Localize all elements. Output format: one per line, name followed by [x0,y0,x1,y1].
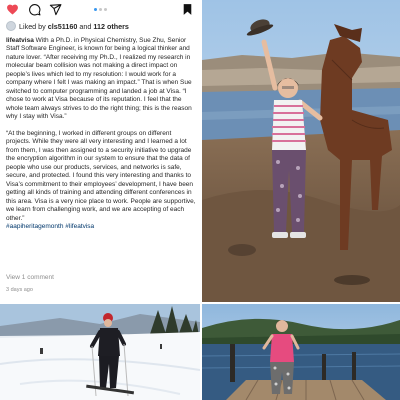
post-caption: lifeatvisa With a Ph.D. in Physical Chem… [6,37,196,240]
carousel-dot [99,8,102,11]
photo-lake-dock[interactable] [202,304,400,400]
caption-username[interactable]: lifeatvisa [6,37,34,44]
post-action-bar [6,3,194,17]
photo-horse-sculpture[interactable] [202,0,400,302]
send-icon[interactable] [49,3,62,16]
caption-paragraph-1: lifeatvisa With a Ph.D. in Physical Chem… [6,37,196,122]
likes-line: Liked by cls51160 and 112 others [6,21,196,33]
caption-text-1: With a Ph.D. in Physical Chemistry, Sue … [6,37,192,121]
collage-divider-vertical [200,0,202,400]
bookmark-icon[interactable] [181,3,194,16]
carousel-dot-active [94,8,97,11]
liker-username[interactable]: cls51160 [48,22,78,31]
collage-divider-horizontal [0,302,400,304]
likes-prefix: Liked by [19,22,46,31]
comment-icon[interactable] [28,3,41,16]
heart-icon[interactable] [6,3,19,16]
carousel-indicator [94,8,108,12]
instagram-post: Liked by cls51160 and 112 others lifeatv… [0,0,200,302]
likes-and: and [79,22,92,31]
caption-text-2: “At the beginning, I worked in different… [6,129,196,222]
caption-hashtags[interactable]: #aapiheritagemonth #lifeatvisa [6,223,94,230]
photo-skiing[interactable] [0,304,200,400]
caption-paragraph-2: “At the beginning, I worked in different… [6,130,196,231]
liker-avatar[interactable] [6,21,16,31]
post-timestamp: 3 days ago [6,287,33,293]
view-comments-link[interactable]: View 1 comment [6,274,54,281]
likes-count[interactable]: 112 others [93,22,129,31]
carousel-dot [104,8,107,11]
